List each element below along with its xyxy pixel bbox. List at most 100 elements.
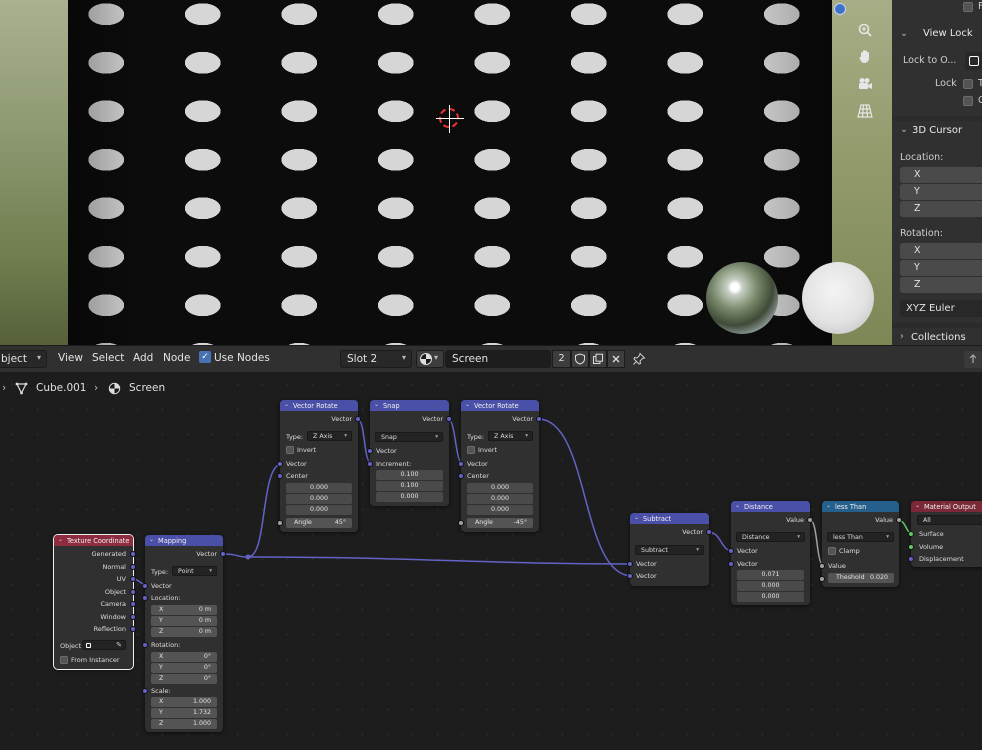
chevron-right-icon[interactable]: › [900,331,904,342]
output-socket[interactable] [536,416,542,422]
node-vector-math-subtract[interactable]: ⌄ Subtract Vector Subtract ▾ Vector Vector [627,513,712,586]
3d-viewport[interactable] [0,0,892,345]
chevron-down-icon[interactable]: ⌄ [826,502,831,509]
location-x-field[interactable]: X 0 m [151,605,217,615]
node-header[interactable]: ⌄ Texture Coordinate [54,535,133,546]
node-math-less-than[interactable]: ⌄ less Than Value less Than ▾ Clamp Value … [819,501,902,587]
center-y-field[interactable]: 0.000 [286,494,352,504]
chevron-down-icon[interactable]: ⌄ [634,514,639,521]
chevron-down-icon[interactable]: ⌄ [900,124,908,135]
cursor-location-z-field[interactable]: Z [900,201,982,217]
material-slot-dropdown[interactable]: Slot 2 ▾ [340,350,412,368]
node-header[interactable]: ⌄ Snap [370,400,449,411]
material-browse-button[interactable]: ▾ [416,350,444,368]
input-socket[interactable] [627,561,633,567]
increment-y-field[interactable]: 0.100 [376,481,443,491]
node-snap[interactable]: ⌄ Snap Vector Snap ▾ Vector Increment: 0.1… [367,400,452,506]
menu-node[interactable]: Node [163,352,190,364]
perspective-grid-icon[interactable] [853,99,877,123]
input-socket[interactable] [728,548,734,554]
output-socket[interactable] [130,589,136,595]
zoom-icon[interactable] [853,18,877,42]
input-socket[interactable] [367,448,373,454]
use-nodes-label[interactable]: Use Nodes [214,352,270,364]
input-socket[interactable] [277,461,283,467]
node-header[interactable]: ⌄ less Than [822,501,899,512]
increment-x-field[interactable]: 0.100 [376,470,443,480]
input-socket[interactable] [819,563,825,569]
pin-icon[interactable] [632,352,646,366]
collections-header[interactable]: Collections [911,332,966,343]
breadcrumb-object[interactable]: Cube.001 [36,382,87,394]
input-socket[interactable] [458,461,464,467]
object-picker[interactable]: ✎ [82,640,126,650]
node-header[interactable]: ⌄ Mapping [145,535,223,546]
pan-hand-icon[interactable] [853,44,877,68]
duplicate-material-icon[interactable] [589,350,607,368]
input-socket[interactable] [627,573,633,579]
input-socket[interactable] [142,583,148,589]
output-socket[interactable] [130,551,136,557]
clamp-checkbox[interactable] [828,547,836,555]
rotation-x-field[interactable]: X 0° [151,652,217,662]
material-name-field[interactable]: Screen [445,350,551,368]
center-x-field[interactable]: 0.000 [467,483,533,493]
rotation-mode-dropdown[interactable]: XYZ Euler [900,300,982,317]
scale-z-field[interactable]: Z 1.000 [151,719,217,729]
rotation-z-field[interactable]: Z 0° [151,674,217,684]
upload-parent-icon[interactable] [964,351,982,368]
center-z-field[interactable]: 0.000 [286,505,352,515]
rotate-type-dropdown[interactable]: Z Axis ▾ [307,431,352,441]
node-mapping[interactable]: ⌄ Mapping Vector Type: Point ▾ Vector Loca… [142,535,226,732]
cursor-rotation-y-field[interactable]: Y [900,260,982,276]
output-socket[interactable] [896,517,902,523]
input-socket[interactable] [142,642,148,648]
chevron-down-icon[interactable]: ⌄ [900,28,908,39]
lock-to-3d-cursor-checkbox[interactable] [963,79,973,89]
input-socket[interactable] [277,520,283,526]
from-instancer-checkbox[interactable] [60,656,68,664]
material-user-count[interactable]: 2 [552,350,571,368]
angle-field[interactable]: Angle 45° [286,518,352,528]
node-header[interactable]: ⌄ Subtract [630,513,709,524]
render-target-dropdown[interactable]: All [917,515,982,525]
rotation-y-field[interactable]: Y 0° [151,663,217,673]
cursor-location-x-field[interactable]: X [900,167,982,183]
menu-select[interactable]: Select [92,352,124,364]
output-socket[interactable] [130,576,136,582]
breadcrumb-material[interactable]: Screen [129,382,165,394]
input-socket[interactable] [908,531,914,537]
eyedropper-icon[interactable]: ✎ [116,641,122,649]
menu-add[interactable]: Add [133,352,153,364]
increment-z-field[interactable]: 0.000 [376,492,443,502]
node-vector-math-distance[interactable]: ⌄ Distance Value Distance ▾ Vector Vector … [728,501,813,605]
lock-camera-checkbox[interactable] [963,96,973,106]
object-mode-dropdown[interactable]: bject ▾ [0,350,47,368]
fake-user-shield-icon[interactable] [571,350,589,368]
input-socket[interactable] [367,461,373,467]
node-vector-rotate-1[interactable]: ⌄ Vector Rotate Vector Type: Z Axis ▾ Inve… [277,400,361,532]
center-y-field[interactable]: 0.000 [467,494,533,504]
output-socket[interactable] [446,416,452,422]
output-socket[interactable] [355,416,361,422]
input-socket[interactable] [908,556,914,562]
input-socket[interactable] [458,520,464,526]
center-x-field[interactable]: 0.000 [286,483,352,493]
output-socket[interactable] [807,517,813,523]
scale-x-field[interactable]: X 1.000 [151,697,217,707]
navigation-gizmo-axis-icon[interactable] [834,3,846,15]
chevron-down-icon[interactable]: ⌄ [149,536,154,543]
vector-y-field[interactable]: 0.000 [737,581,804,591]
3d-cursor-icon[interactable] [436,105,464,133]
math-operation-dropdown[interactable]: less Than ▾ [827,532,894,542]
math-operation-dropdown[interactable]: Subtract ▾ [635,545,704,555]
location-y-field[interactable]: Y 0 m [151,616,217,626]
input-socket[interactable] [277,473,283,479]
mapping-type-dropdown[interactable]: Point ▾ [172,566,217,576]
output-socket[interactable] [130,626,136,632]
vector-x-field[interactable]: 0.071 [737,570,804,580]
output-socket[interactable] [220,551,226,557]
node-header[interactable]: ⌄ Material Output [911,501,982,512]
node-material-output[interactable]: ⌄ Material Output All Surface Volume Disp… [908,501,982,567]
cursor-location-y-field[interactable]: Y [900,184,982,200]
